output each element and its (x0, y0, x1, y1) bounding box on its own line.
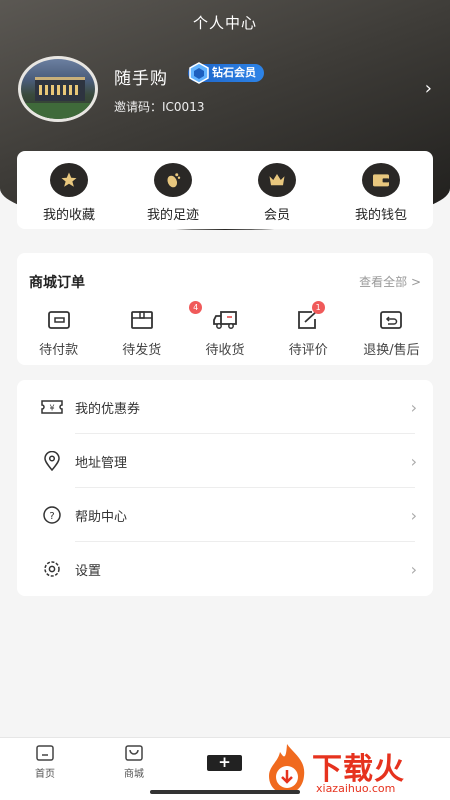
invite-code: 邀请码：IC0013 (114, 100, 205, 114)
order-pending-review[interactable]: 1 待评价 (267, 301, 350, 358)
menu-item-address[interactable]: 地址管理 › (17, 434, 433, 488)
order-label: 待发货 (122, 343, 162, 358)
truck-icon (213, 311, 237, 329)
svg-text:¥: ¥ (49, 404, 54, 413)
help-icon: ? (43, 506, 61, 524)
shopping-bag-icon (125, 745, 143, 761)
order-label: 待收货 (205, 343, 245, 358)
tab-home[interactable]: 首页 (15, 744, 75, 780)
menu-item-settings[interactable]: 设置 › (17, 542, 433, 596)
order-label: 待评价 (288, 343, 328, 358)
location-icon (44, 451, 60, 471)
quick-link-label: 会员 (263, 208, 290, 223)
view-all-orders-link[interactable]: 查看全部 > (359, 273, 421, 290)
quick-link-membership[interactable]: 会员 (225, 151, 329, 229)
home-icon (36, 745, 54, 761)
crown-icon (258, 163, 296, 197)
order-pending-shipment[interactable]: 4 待发货 (100, 301, 203, 358)
chevron-right-icon: › (410, 451, 417, 471)
avatar[interactable] (18, 56, 98, 122)
quick-link-label: 我的钱包 (354, 208, 407, 223)
tab-label: 首页 (35, 769, 55, 780)
page-title: 个人中心 (192, 14, 257, 32)
order-pending-receipt[interactable]: 待收货 (183, 309, 266, 358)
return-icon (380, 311, 403, 329)
menu-label: 帮助中心 (75, 509, 128, 525)
order-label: 待付款 (39, 343, 79, 358)
home-indicator (150, 790, 300, 794)
chevron-right-icon[interactable]: › (425, 78, 432, 99)
wallet-icon (362, 163, 400, 197)
menu-item-help[interactable]: ? 帮助中心 › (17, 488, 433, 542)
user-name: 随手购 (114, 69, 168, 89)
quick-link-footprint[interactable]: 我的足迹 (121, 151, 225, 229)
chevron-right-icon: › (410, 559, 417, 579)
chevron-right-icon: › (410, 505, 417, 525)
menu-label: 地址管理 (75, 455, 128, 471)
tab-label: 商城 (124, 769, 144, 780)
tab-mall[interactable]: 商城 (104, 744, 164, 780)
mall-orders-card: 商城订单 查看全部 > 待付款 4 待发货 待收货 1 待评价 退换/售后 (17, 253, 433, 365)
vip-badge: 钻石会员 (188, 62, 264, 84)
order-label: 退换/售后 (363, 343, 420, 358)
card-icon (47, 311, 70, 329)
quick-link-label: 我的足迹 (146, 208, 199, 223)
flame-icon (269, 744, 305, 794)
settings-menu-card: ¥ 我的优惠券 › 地址管理 › ? 帮助中心 › 设置 › (17, 380, 433, 596)
orders-title: 商城订单 (29, 275, 85, 291)
menu-item-coupons[interactable]: ¥ 我的优惠券 › (17, 380, 433, 434)
vip-badge-label: 钻石会员 (212, 66, 256, 79)
quick-link-label: 我的收藏 (42, 208, 95, 223)
svg-text:?: ? (49, 511, 54, 522)
package-icon (130, 311, 153, 329)
review-count-badge: 1 (311, 301, 325, 314)
quick-link-favorites[interactable]: 我的收藏 (17, 151, 121, 229)
footprint-icon (154, 163, 192, 197)
coupon-icon: ¥ (41, 400, 63, 414)
quick-links-card: 我的收藏 我的足迹 会员 我的钱包 (17, 151, 433, 229)
order-pending-payment[interactable]: 待付款 (17, 309, 100, 358)
add-button[interactable]: + (207, 755, 242, 771)
watermark-subtext: xiazaihuo.com (316, 782, 396, 795)
settings-icon (44, 561, 60, 577)
star-icon (50, 163, 88, 197)
chevron-right-icon: › (410, 397, 417, 417)
quick-link-wallet[interactable]: 我的钱包 (329, 151, 433, 229)
menu-label: 我的优惠券 (75, 401, 141, 417)
menu-label: 设置 (75, 563, 102, 579)
diamond-icon (189, 62, 209, 84)
order-returns[interactable]: 退换/售后 (350, 309, 433, 358)
